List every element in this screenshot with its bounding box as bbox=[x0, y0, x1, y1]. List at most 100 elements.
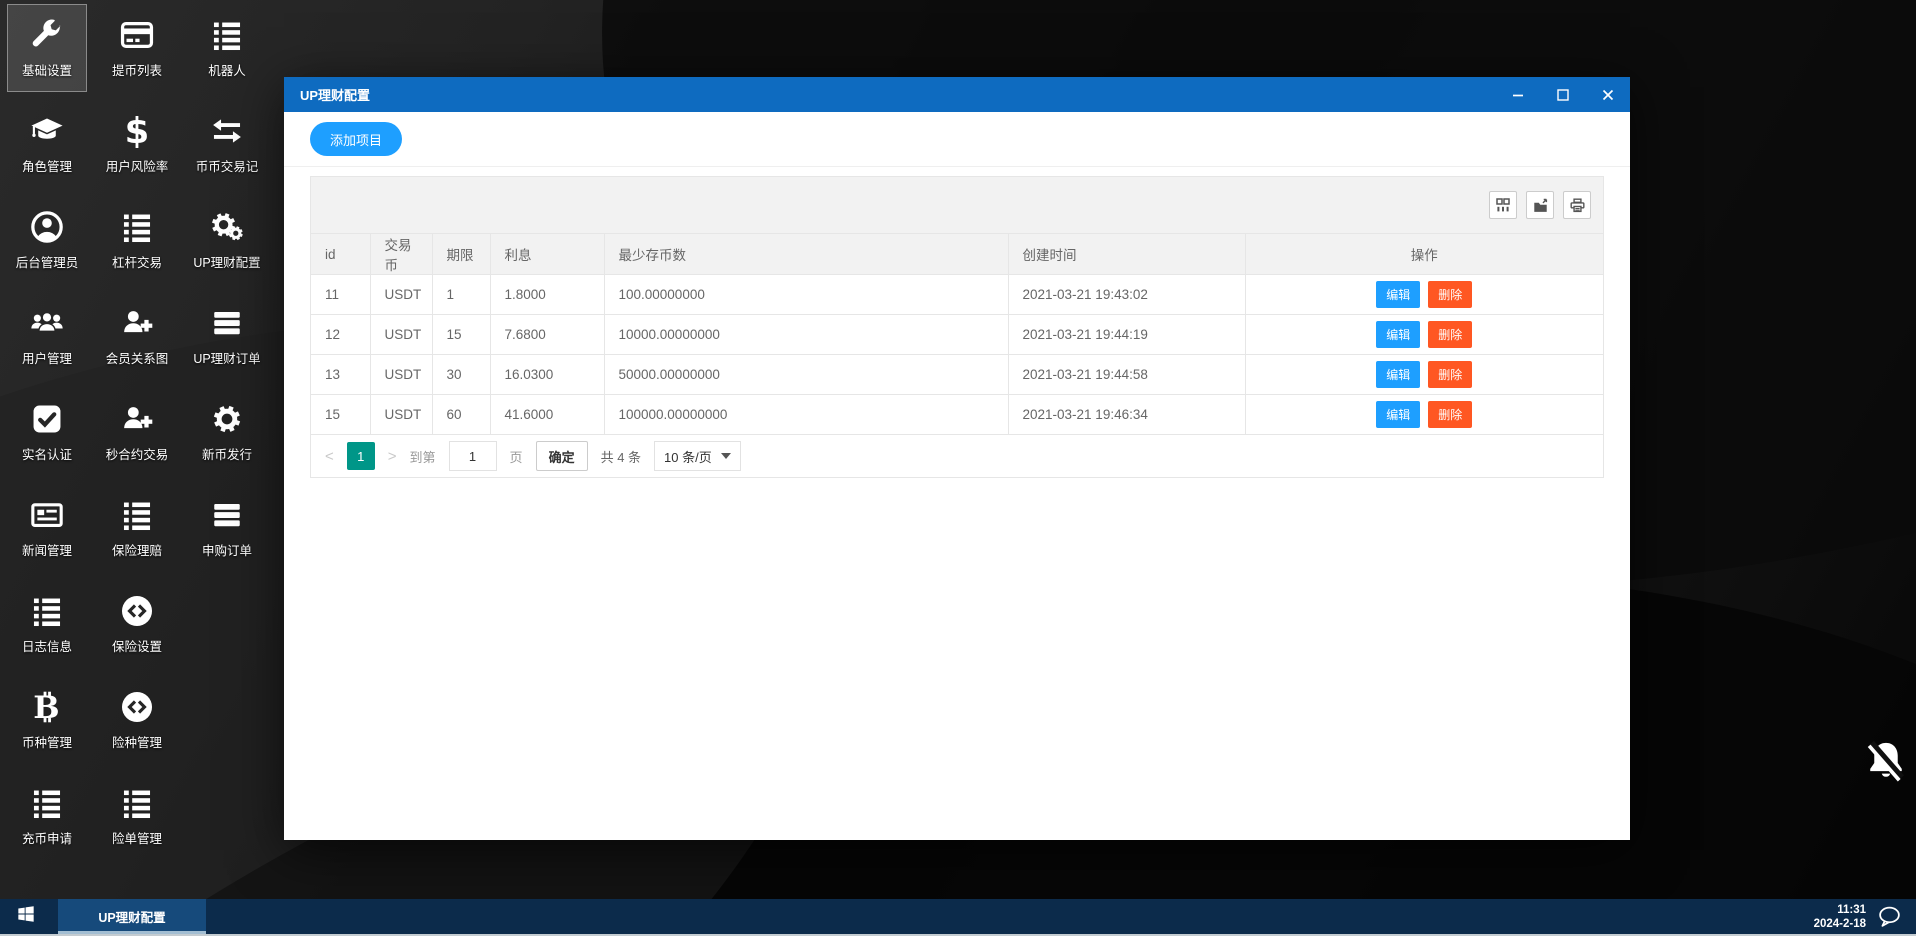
column-header: 创建时间 bbox=[1008, 234, 1246, 275]
desktop-icon[interactable]: 申购订单 bbox=[187, 484, 267, 572]
list-icon bbox=[120, 209, 154, 245]
desktop-icon-label: 险种管理 bbox=[111, 736, 162, 750]
desktop-icon-label: 币种管理 bbox=[21, 736, 72, 750]
desktop-icon[interactable]: 会员关系图 bbox=[97, 292, 177, 380]
pager-page-1[interactable]: 1 bbox=[346, 442, 375, 470]
export-button[interactable] bbox=[1526, 191, 1554, 219]
edit-button[interactable]: 编辑 bbox=[1376, 321, 1421, 348]
table-header-row: id 交易币 期限 利息 最少存币数 创建时间 操作 bbox=[311, 234, 1603, 275]
desktop-icon-label: 申购订单 bbox=[201, 544, 252, 558]
desktop-icon[interactable]: 后台管理员 bbox=[7, 196, 87, 284]
column-header: id bbox=[311, 234, 371, 275]
desktop-icon[interactable]: 险单管理 bbox=[97, 772, 177, 860]
desktop-icon[interactable]: 角色管理 bbox=[7, 100, 87, 188]
svg-text:$: $ bbox=[125, 114, 150, 148]
add-project-button[interactable]: 添加项目 bbox=[310, 122, 403, 156]
cell-created_at: 2021-03-21 19:46:34 bbox=[1008, 394, 1246, 435]
list-icon bbox=[210, 17, 244, 53]
desktop-icon[interactable]: $ 用户风险率 bbox=[97, 100, 177, 188]
cell-interest: 1.8000 bbox=[490, 274, 605, 315]
desktop-icon[interactable]: B 币种管理 bbox=[7, 676, 87, 764]
chat-icon[interactable] bbox=[1877, 905, 1902, 928]
desktop-icon[interactable]: 用户管理 bbox=[7, 292, 87, 380]
cell-id: 11 bbox=[311, 274, 371, 315]
table-row: 13 USDT 30 16.0300 50000.00000000 2021-03-21 … bbox=[311, 354, 1603, 395]
close-button[interactable] bbox=[1585, 77, 1630, 112]
table-row: 11 USDT 1 1.8000 100.00000000 2021-03-21 19:4… bbox=[311, 274, 1603, 315]
desktop-icon[interactable]: 充币申请 bbox=[7, 772, 87, 860]
desktop-icon-label: 后台管理员 bbox=[15, 256, 79, 270]
print-icon bbox=[1569, 197, 1585, 213]
clock-time: 11:31 bbox=[1837, 903, 1866, 916]
columns-filter-icon bbox=[1496, 198, 1510, 212]
goto-confirm-button[interactable]: 确定 bbox=[535, 441, 588, 471]
desktop-icon[interactable]: 秒合约交易 bbox=[97, 388, 177, 476]
taskbar: UP理财配置 11:31 2024-2-18 bbox=[0, 899, 1916, 934]
minimize-button[interactable] bbox=[1495, 77, 1540, 112]
desktop-icon-label: 日志信息 bbox=[21, 640, 72, 654]
desktop-icon[interactable]: 保险理赔 bbox=[97, 484, 177, 572]
desktop-icon[interactable]: 杠杆交易 bbox=[97, 196, 177, 284]
cell-interest: 16.0300 bbox=[490, 354, 605, 395]
delete-button[interactable]: 删除 bbox=[1428, 281, 1473, 308]
column-header: 利息 bbox=[490, 234, 605, 275]
cell-coin: USDT bbox=[370, 314, 433, 355]
window-title: UP理财配置 bbox=[300, 88, 371, 103]
desktop-icon[interactable]: 日志信息 bbox=[7, 580, 87, 668]
goto-page-input[interactable] bbox=[448, 441, 497, 471]
columns-filter-button[interactable] bbox=[1489, 191, 1517, 219]
cell-term: 1 bbox=[432, 274, 491, 315]
desktop-icon[interactable]: 基础设置 bbox=[7, 4, 87, 92]
desktop-icon-label: 实名认证 bbox=[21, 448, 72, 462]
bitcoin-icon: B bbox=[30, 689, 64, 725]
column-header: 期限 bbox=[432, 234, 491, 275]
withdraw-card-icon bbox=[120, 17, 154, 53]
desktop-icon[interactable]: 新闻管理 bbox=[7, 484, 87, 572]
desktop-icon-label: UP理财订单 bbox=[193, 352, 261, 366]
list-icon bbox=[120, 785, 154, 821]
pager-prev-button[interactable]: < bbox=[325, 448, 334, 465]
window-titlebar[interactable]: UP理财配置 bbox=[284, 77, 1630, 112]
desktop-icon-label: 保险设置 bbox=[111, 640, 162, 654]
taskbar-task-up-wealth-config[interactable]: UP理财配置 bbox=[58, 899, 206, 934]
page-size-select[interactable]: 10 条/页 bbox=[654, 441, 741, 471]
print-button[interactable] bbox=[1563, 191, 1591, 219]
bell-muted-icon[interactable] bbox=[1864, 738, 1908, 789]
desktop-icon-label: 秒合约交易 bbox=[105, 448, 169, 462]
desktop-icon[interactable]: 提币列表 bbox=[97, 4, 177, 92]
column-header: 交易币 bbox=[370, 234, 433, 275]
desktop-icon[interactable]: 新币发行 bbox=[187, 388, 267, 476]
edit-button[interactable]: 编辑 bbox=[1376, 361, 1421, 388]
desktop-icon[interactable]: 险种管理 bbox=[97, 676, 177, 764]
edit-button[interactable]: 编辑 bbox=[1376, 401, 1421, 428]
cell-term: 30 bbox=[432, 354, 491, 395]
page-size-value: 10 条/页 bbox=[664, 449, 712, 465]
user-plus-icon bbox=[120, 305, 154, 341]
cell-id: 13 bbox=[311, 354, 371, 395]
delete-button[interactable]: 删除 bbox=[1428, 401, 1473, 428]
bars-icon bbox=[210, 305, 244, 341]
desktop-icon[interactable]: 币币交易记 bbox=[187, 100, 267, 188]
taskbar-clock: 11:31 2024-2-18 bbox=[1814, 903, 1866, 931]
column-header: 操作 bbox=[1245, 234, 1603, 275]
cell-interest: 41.6000 bbox=[490, 394, 605, 435]
pager-next-button[interactable]: > bbox=[388, 448, 397, 465]
taskbar-tray: 11:31 2024-2-18 bbox=[1814, 899, 1916, 934]
start-button[interactable] bbox=[0, 899, 52, 934]
desktop-icon[interactable]: 保险设置 bbox=[97, 580, 177, 668]
cell-created_at: 2021-03-21 19:44:19 bbox=[1008, 314, 1246, 355]
desktop-icon[interactable]: UP理财订单 bbox=[187, 292, 267, 380]
cell-coin: USDT bbox=[370, 394, 433, 435]
delete-button[interactable]: 删除 bbox=[1428, 321, 1473, 348]
column-header: 最少存币数 bbox=[604, 234, 1009, 275]
edit-button[interactable]: 编辑 bbox=[1376, 281, 1421, 308]
cell-coin: USDT bbox=[370, 274, 433, 315]
wealth-config-table: id 交易币 期限 利息 最少存币数 创建时间 操作 11 USDT 1 1.8000 100.00… bbox=[311, 234, 1603, 435]
desktop-icon[interactable]: 实名认证 bbox=[7, 388, 87, 476]
desktop-icon[interactable]: UP理财配置 bbox=[187, 196, 267, 284]
clock-date: 2024-2-18 bbox=[1813, 917, 1866, 930]
delete-button[interactable]: 删除 bbox=[1428, 361, 1473, 388]
chevron-down-icon bbox=[720, 453, 731, 459]
maximize-button[interactable] bbox=[1540, 77, 1585, 112]
desktop-icon[interactable]: 机器人 bbox=[187, 4, 267, 92]
